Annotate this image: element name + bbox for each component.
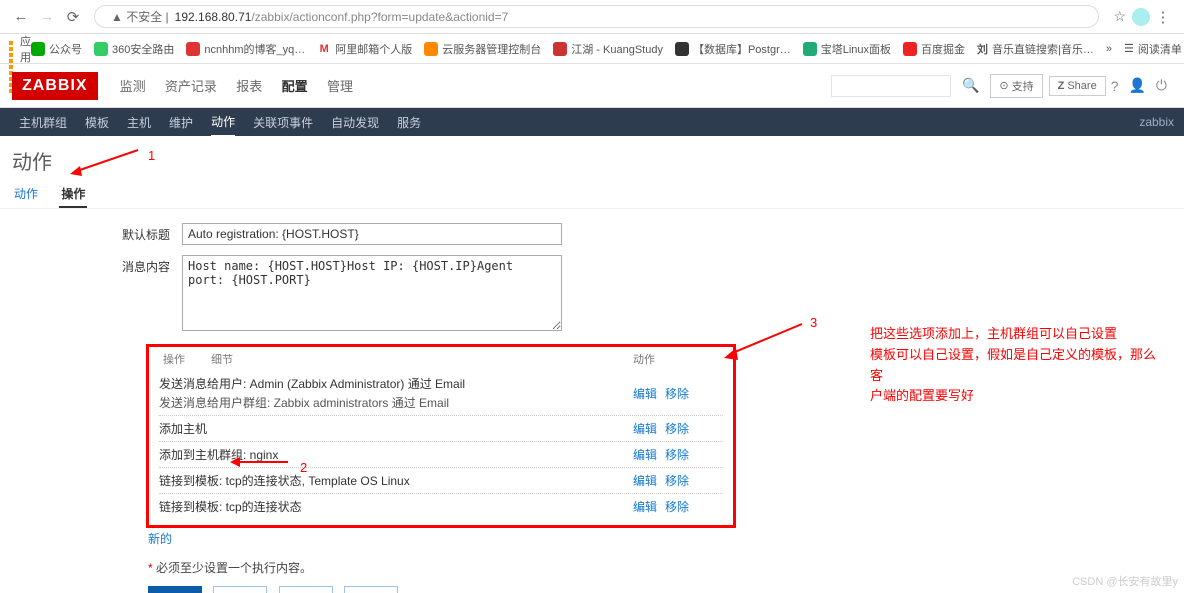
- remove-link[interactable]: 移除: [665, 422, 689, 436]
- operation-row: 链接到模板: tcp的连接状态 编辑移除: [159, 493, 723, 519]
- nav-reports[interactable]: 报表: [236, 79, 262, 94]
- update-button[interactable]: 更新: [148, 586, 202, 593]
- anno-num-3: 3: [810, 315, 817, 330]
- edit-link[interactable]: 编辑: [633, 422, 657, 436]
- zabbix-logo[interactable]: ZABBIX: [12, 72, 98, 100]
- remove-link[interactable]: 移除: [665, 474, 689, 488]
- user-icon[interactable]: 👤: [1128, 77, 1145, 94]
- operation-row: 添加主机 编辑移除: [159, 415, 723, 441]
- bookmark-item[interactable]: 【数据库】Postgr…: [675, 41, 791, 57]
- label-ops: 操作: [159, 351, 211, 367]
- cancel-button[interactable]: 取消: [344, 586, 398, 593]
- edit-link[interactable]: 编辑: [633, 448, 657, 462]
- url-host: 192.168.80.71: [175, 10, 252, 24]
- apps-icon[interactable]: [8, 40, 14, 58]
- reading-list[interactable]: ☰阅读清单: [1124, 41, 1182, 57]
- nav-monitoring[interactable]: 监测: [120, 79, 146, 94]
- bookmark-item[interactable]: 百度掘金: [903, 41, 965, 57]
- bookmark-item[interactable]: 刘音乐直链搜索|音乐…: [977, 41, 1094, 57]
- power-icon[interactable]: ⏻: [1156, 77, 1167, 94]
- operation-row: 链接到模板: tcp的连接状态, Template OS Linux 编辑移除: [159, 467, 723, 493]
- label-message: 消息内容: [12, 255, 182, 334]
- forward-icon[interactable]: →: [37, 8, 57, 25]
- profile-avatar[interactable]: [1132, 8, 1150, 26]
- back-icon[interactable]: ←: [11, 8, 31, 25]
- bookmarks-bar: 应用 公众号 360安全路由 ncnhhm的博客_yq… M阿里邮箱个人版 云服…: [0, 34, 1184, 64]
- required-note: * 必须至少设置一个执行内容。: [148, 559, 1172, 576]
- anno-num-1: 1: [148, 148, 155, 163]
- url-bar[interactable]: ▲ 不安全 | 192.168.80.71 /zabbix/actionconf…: [94, 5, 1099, 28]
- default-title-input[interactable]: [182, 223, 562, 245]
- remove-link[interactable]: 移除: [665, 387, 689, 401]
- edit-link[interactable]: 编辑: [633, 500, 657, 514]
- bookmark-item[interactable]: 云服务器管理控制台: [424, 41, 541, 57]
- zabbix-header: ZABBIX 监测 资产记录 报表 配置 管理 🔍 ⊙ 支持 Z Share ?…: [0, 64, 1184, 108]
- clone-button[interactable]: 克隆: [213, 586, 267, 593]
- nav-config[interactable]: 配置: [282, 79, 308, 94]
- breadcrumb: zabbix: [1139, 115, 1174, 129]
- subnav-actions[interactable]: 动作: [211, 108, 235, 137]
- secondary-nav: 主机群组 模板 主机 维护 动作 关联项事件 自动发现 服务 zabbix: [0, 108, 1184, 136]
- bookmark-item[interactable]: 宝塔Linux面板: [803, 41, 891, 57]
- edit-link[interactable]: 编辑: [633, 387, 657, 401]
- edit-link[interactable]: 编辑: [633, 474, 657, 488]
- nav-inventory[interactable]: 资产记录: [165, 79, 217, 94]
- help-icon[interactable]: ?: [1111, 78, 1119, 94]
- nav-admin[interactable]: 管理: [327, 79, 353, 94]
- tabs: 动作 操作: [0, 181, 1184, 209]
- watermark: CSDN @长安有故里y: [1072, 573, 1178, 589]
- remove-link[interactable]: 移除: [665, 448, 689, 462]
- tab-operations[interactable]: 操作: [59, 181, 87, 208]
- star-icon[interactable]: ☆: [1113, 8, 1126, 25]
- subnav-maintenance[interactable]: 维护: [169, 109, 193, 136]
- col-detail: 细节: [211, 351, 633, 367]
- primary-nav: 监测 资产记录 报表 配置 管理: [112, 76, 361, 95]
- subnav-templates[interactable]: 模板: [85, 109, 109, 136]
- anno-note: 把这些选项添加上，主机群组可以自己设置模板可以自己设置，假如是自己定义的模板，那…: [870, 324, 1160, 407]
- page-title: 动作: [0, 136, 1184, 181]
- security-indicator: ▲ 不安全 |: [111, 8, 169, 25]
- col-action: 动作: [633, 351, 723, 367]
- bookmark-item[interactable]: 江湖 - KuangStudy: [553, 41, 663, 57]
- apps-label[interactable]: 应用: [20, 33, 31, 65]
- bookmark-item[interactable]: 360安全路由: [94, 41, 174, 57]
- share-link[interactable]: Z Share: [1049, 76, 1106, 96]
- subnav-hosts[interactable]: 主机: [127, 109, 151, 136]
- search-icon[interactable]: 🔍: [962, 77, 979, 94]
- browser-toolbar: ← → ⟳ ▲ 不安全 | 192.168.80.71 /zabbix/acti…: [0, 0, 1184, 34]
- subnav-discovery[interactable]: 自动发现: [331, 109, 379, 136]
- operation-row: 发送消息给用户: Admin (Zabbix Administrator) 通过…: [159, 371, 723, 415]
- operations-box: 操作 细节 动作 发送消息给用户: Admin (Zabbix Administ…: [146, 344, 736, 528]
- operation-row: 添加到主机群组: nginx 编辑移除: [159, 441, 723, 467]
- delete-button[interactable]: 删除: [279, 586, 333, 593]
- anno-num-2: 2: [300, 460, 307, 475]
- subnav-hostgroup[interactable]: 主机群组: [19, 109, 67, 136]
- url-path: /zabbix/actionconf.php?form=update&actio…: [251, 10, 508, 24]
- support-link[interactable]: ⊙ 支持: [990, 74, 1042, 98]
- bookmark-item[interactable]: M阿里邮箱个人版: [317, 41, 412, 57]
- bookmark-item[interactable]: 公众号: [31, 41, 82, 57]
- new-operation-link[interactable]: 新的: [148, 532, 172, 546]
- subnav-services[interactable]: 服务: [397, 109, 421, 136]
- label-default-title: 默认标题: [12, 223, 182, 245]
- search-input[interactable]: [831, 75, 951, 97]
- remove-link[interactable]: 移除: [665, 500, 689, 514]
- menu-icon[interactable]: ⋮: [1153, 8, 1173, 26]
- tab-action[interactable]: 动作: [12, 181, 40, 206]
- overflow-icon[interactable]: »: [1106, 43, 1112, 55]
- message-textarea[interactable]: Host name: {HOST.HOST}Host IP: {HOST.IP}…: [182, 255, 562, 331]
- bookmark-item[interactable]: ncnhhm的博客_yq…: [186, 41, 305, 57]
- subnav-correlation[interactable]: 关联项事件: [253, 109, 313, 136]
- reload-icon[interactable]: ⟳: [63, 8, 83, 26]
